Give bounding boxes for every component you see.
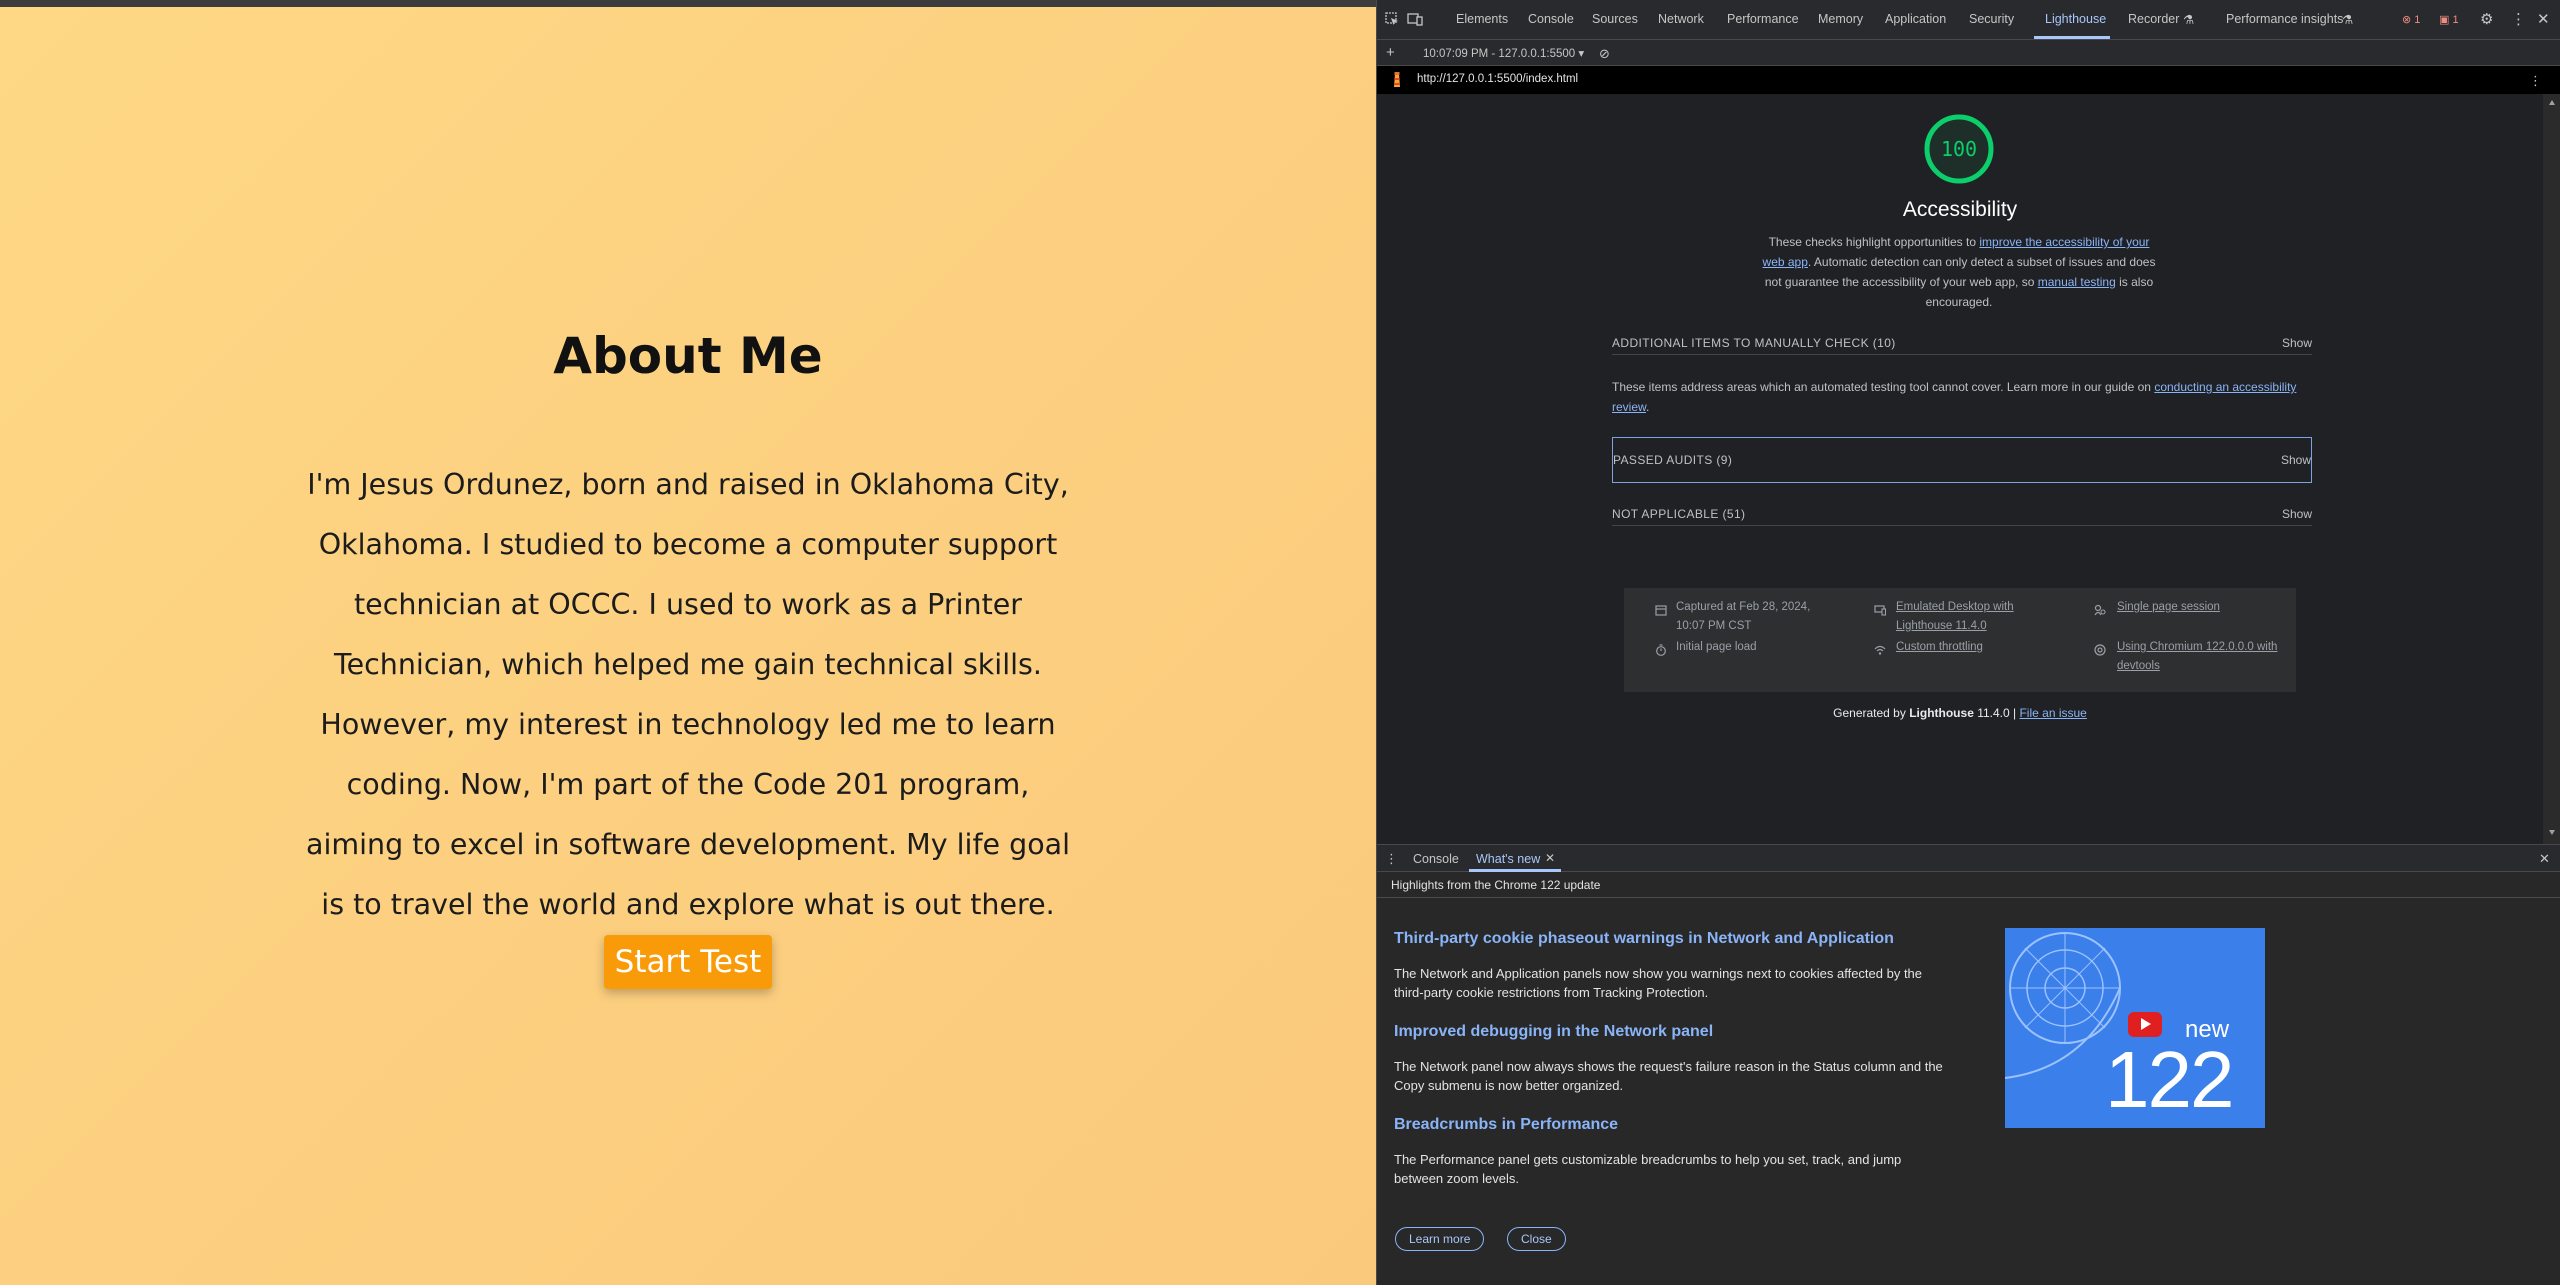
drawer-subtitle-bar: Highlights from the Chrome 122 update <box>1377 872 2560 898</box>
devtools-tabbar: Elements Console Sources Network Perform… <box>1377 0 2560 40</box>
tab-console[interactable]: Console <box>1528 12 1574 26</box>
report-scrollbar[interactable] <box>2543 94 2560 844</box>
drawer-tabbar: ⋮ Console What's new ✕ ✕ <box>1377 844 2560 872</box>
tab-memory[interactable]: Memory <box>1818 12 1863 26</box>
close-tab-icon[interactable]: ✕ <box>1545 851 1555 865</box>
close-whats-new-button[interactable]: Close <box>1507 1227 1566 1251</box>
calendar-icon <box>1655 605 1667 616</box>
tab-sources[interactable]: Sources <box>1592 12 1638 26</box>
chromium-icon <box>2094 644 2106 656</box>
tab-performance[interactable]: Performance <box>1727 12 1799 26</box>
wifi-icon <box>1874 645 1886 655</box>
settings-gear-icon[interactable]: ⚙ <box>2480 12 2493 27</box>
scroll-up-arrow[interactable] <box>2549 100 2555 105</box>
error-icon: ⊗ <box>2402 14 2412 26</box>
report-select[interactable]: 10:07:09 PM - 127.0.0.1:5500 ▾ <box>1423 46 1584 60</box>
whats-new-video-thumbnail[interactable]: new 122 <box>2005 928 2265 1128</box>
window-top-strip <box>0 0 1376 7</box>
whats-new-item-text: The Performance panel gets customizable … <box>1394 1152 1902 1186</box>
drawer-tab-whats-new[interactable]: What's new <box>1476 852 1540 866</box>
report-url[interactable]: http://127.0.0.1:5500/index.html <box>1417 73 1578 85</box>
timer-icon <box>1656 644 1666 656</box>
session-link[interactable]: Single page session <box>2117 598 2220 617</box>
session-icon <box>2094 604 2106 616</box>
start-test-button[interactable]: Start Test <box>604 935 772 989</box>
webpage-viewport: About Me I'm Jesus Ordunez, born and rai… <box>0 7 1376 1285</box>
tab-recorder[interactable]: Recorder <box>2128 12 2179 26</box>
scroll-down-arrow[interactable] <box>2549 830 2555 835</box>
category-title: Accessibility <box>1902 198 2018 221</box>
lighthouse-report: 100 Accessibility These checks highlight… <box>1377 94 2543 844</box>
whats-new-subtitle: Highlights from the Chrome 122 update <box>1391 878 1601 892</box>
group-manual-check[interactable]: ADDITIONAL ITEMS TO MANUALLY CHECK (10) … <box>1612 329 2312 355</box>
whats-new-item-text: The Network and Application panels now s… <box>1394 966 1923 1000</box>
close-drawer-icon[interactable]: ✕ <box>2539 851 2550 867</box>
group-title: NOT APPLICABLE (51) <box>1612 507 1746 521</box>
report-url-bar: http://127.0.0.1:5500/index.html ⋮ <box>1377 66 2560 94</box>
tab-application[interactable]: Application <box>1885 12 1946 26</box>
tab-performance-insights[interactable]: Performance insights <box>2226 12 2343 26</box>
close-devtools-icon[interactable]: ✕ <box>2537 12 2550 27</box>
drawer-tab-console[interactable]: Console <box>1413 852 1459 866</box>
active-tab-indicator <box>2034 36 2110 39</box>
emulation-link[interactable]: Emulated Desktop with Lighthouse 11.4.0 <box>1896 598 2046 636</box>
group-title: ADDITIONAL ITEMS TO MANUALLY CHECK (10) <box>1612 336 1896 350</box>
report-footer: Generated by Lighthouse 11.4.0 | File an… <box>1833 706 2087 720</box>
throttling-link[interactable]: Custom throttling <box>1896 638 1983 657</box>
chevron-down-icon: ▾ <box>1578 48 1585 60</box>
category-description: These checks highlight opportunities to … <box>1762 235 2156 309</box>
lighthouse-logo-icon <box>1394 72 1400 87</box>
score-value: 100 <box>1940 137 1978 161</box>
device-toolbar-icon[interactable] <box>1407 12 1423 29</box>
tab-network[interactable]: Network <box>1658 12 1704 26</box>
initial-page-load: Initial page load <box>1676 641 1757 653</box>
whats-new-item-title[interactable]: Improved debugging in the Network panel <box>1394 1023 1713 1041</box>
drawer-menu-icon[interactable]: ⋮ <box>1385 851 1398 866</box>
whats-new-item-title[interactable]: Breadcrumbs in Performance <box>1394 1116 1618 1134</box>
group-show-toggle[interactable]: Show <box>2281 453 2311 467</box>
new-report-icon[interactable]: + <box>1386 45 1395 60</box>
clear-all-icon[interactable]: ⊘ <box>1599 46 1610 61</box>
desktop-icon <box>1874 605 1886 616</box>
video-version-label: 122 <box>2105 1035 2234 1124</box>
file-issue-link[interactable]: File an issue <box>2019 706 2086 720</box>
manual-testing-link[interactable]: manual testing <box>2038 275 2116 289</box>
tab-elements[interactable]: Elements <box>1456 12 1508 26</box>
whats-new-item-title[interactable]: Third-party cookie phaseout warnings in … <box>1394 930 1894 948</box>
youtube-play-icon[interactable] <box>2128 1012 2162 1037</box>
lighthouse-toolbar: + 10:07:09 PM - 127.0.0.1:5500 ▾ ⊘ <box>1377 40 2560 66</box>
more-options-icon[interactable]: ⋮ <box>2511 12 2526 27</box>
tab-security[interactable]: Security <box>1969 12 2014 26</box>
browser-link[interactable]: Using Chromium 122.0.0.0 with devtools <box>2117 638 2297 676</box>
group-not-applicable[interactable]: NOT APPLICABLE (51) Show <box>1612 500 2312 526</box>
flask-icon: ⚗ <box>2183 13 2195 27</box>
group-passed-audits[interactable]: PASSED AUDITS (9) Show <box>1612 437 2312 483</box>
manual-check-description: These items address areas which an autom… <box>1612 380 2297 414</box>
page-title: About Me <box>553 327 823 385</box>
group-show-toggle[interactable]: Show <box>2282 507 2312 521</box>
flask-icon: ⚗ <box>2342 13 2354 27</box>
report-menu-icon[interactable]: ⋮ <box>2529 73 2542 88</box>
issue-icon: ▣ <box>2439 14 2450 26</box>
whats-new-content: Third-party cookie phaseout warnings in … <box>1377 898 2560 1285</box>
captured-at: Captured at Feb 28, 2024, 10:07 PM CST <box>1676 601 1811 632</box>
lighthouse-brand: Lighthouse <box>1909 706 1974 720</box>
inspect-element-icon[interactable] <box>1385 12 1399 29</box>
tab-lighthouse[interactable]: Lighthouse <box>2045 12 2106 26</box>
runtime-settings-box: Captured at Feb 28, 2024, 10:07 PM CST I… <box>1624 588 2296 692</box>
error-count-badge[interactable]: ⊗ 1 <box>2402 13 2420 26</box>
bio-paragraph: I'm Jesus Ordunez, born and raised in Ok… <box>305 468 1071 921</box>
issues-count-badge[interactable]: ▣ 1 <box>2439 13 2459 26</box>
devtools-panel: Elements Console Sources Network Perform… <box>1376 0 2560 1285</box>
group-title: PASSED AUDITS (9) <box>1613 453 1733 467</box>
group-show-toggle[interactable]: Show <box>2282 336 2312 350</box>
whats-new-item-text: The Network panel now always shows the r… <box>1394 1059 1943 1093</box>
learn-more-button[interactable]: Learn more <box>1395 1227 1485 1251</box>
